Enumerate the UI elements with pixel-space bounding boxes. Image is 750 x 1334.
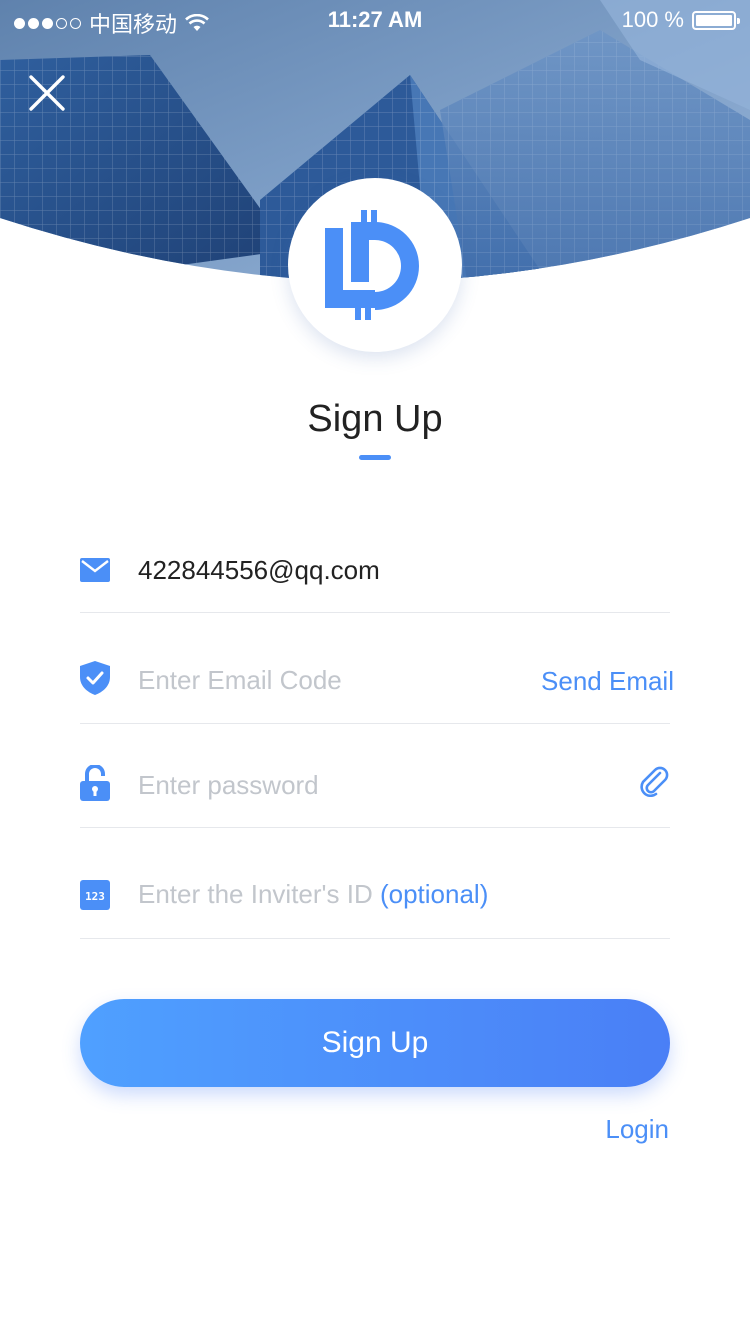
email-row: [80, 540, 670, 613]
shield-check-icon: [80, 661, 110, 695]
login-link[interactable]: Login: [605, 1114, 669, 1145]
email-code-row: Send Email: [80, 612, 674, 724]
svg-text:123: 123: [85, 890, 105, 903]
close-icon: [29, 75, 65, 111]
inviter-placeholder: Enter the Inviter's ID: [138, 879, 373, 909]
email-code-input[interactable]: [138, 662, 498, 698]
status-bar: 中国移动 11:27 AM 100 %: [0, 0, 750, 40]
battery-percent: 100 %: [621, 7, 684, 32]
inviter-row: 123 Enter the Inviter's ID (optional): [80, 827, 670, 939]
paperclip-icon: [640, 766, 669, 798]
app-logo: [288, 178, 462, 352]
status-right: 100 %: [621, 7, 740, 33]
number-123-icon: 123: [80, 879, 110, 911]
password-attach-button[interactable]: [640, 765, 670, 804]
optional-label: (optional): [379, 879, 489, 909]
email-field[interactable]: [138, 552, 518, 588]
bitcoin-d-logo-icon: [325, 210, 419, 320]
unlock-icon: [80, 765, 110, 801]
mail-icon: [80, 554, 110, 586]
inviter-id-field[interactable]: Enter the Inviter's ID (optional): [138, 879, 488, 910]
title-underline: [359, 455, 391, 460]
page-title: Sign Up: [307, 398, 443, 440]
battery-icon: [692, 10, 740, 30]
close-button[interactable]: [26, 72, 68, 114]
password-input[interactable]: [138, 767, 518, 803]
password-row: [80, 723, 670, 828]
send-email-button[interactable]: Send Email: [541, 666, 674, 697]
sign-up-button[interactable]: Sign Up: [80, 999, 670, 1087]
